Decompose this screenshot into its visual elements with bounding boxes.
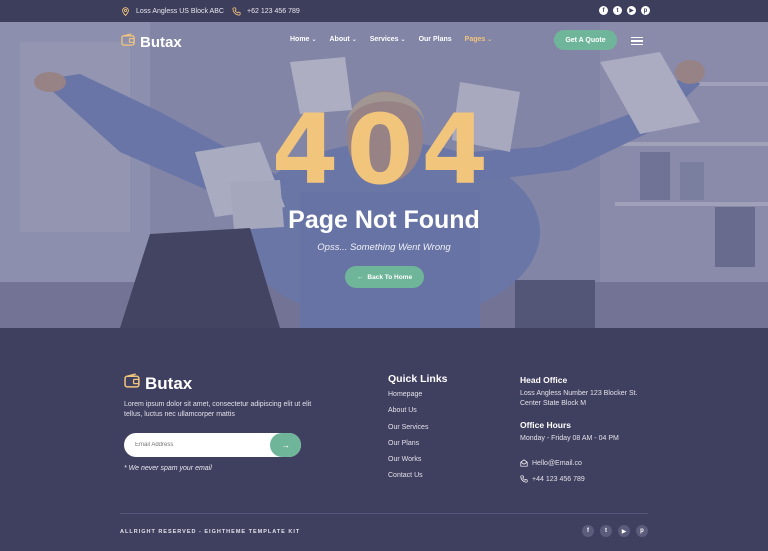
nav-item-label: Home xyxy=(290,36,310,43)
error-code: 404 xyxy=(271,94,497,206)
pinterest-icon[interactable]: p xyxy=(641,6,650,15)
facebook-icon[interactable]: f xyxy=(582,525,594,537)
footer-description: Lorem ipsum dolor sit amet, consectetur … xyxy=(124,401,312,418)
wallet-logo-icon xyxy=(121,33,136,51)
quick-links-title: Quick Links xyxy=(388,373,448,385)
back-to-home-label: Back To Home xyxy=(367,273,413,281)
topbar-phone-text: +62 123 456 789 xyxy=(247,7,300,15)
hamburger-menu-icon[interactable] xyxy=(631,37,643,45)
brand-logo[interactable]: Butax xyxy=(121,33,182,51)
error-subtitle: Opss... Something Went Wrong xyxy=(317,242,451,253)
phone-icon xyxy=(520,475,528,483)
subscribe-button[interactable]: → xyxy=(270,433,301,457)
chevron-down-icon: ⌄ xyxy=(351,37,357,43)
nav-item-label: Pages xyxy=(464,36,486,43)
quick-links-list: Homepage About Us Our Services Our Plans… xyxy=(388,391,428,489)
office-hours-text: Monday - Friday 08 AM - 04 PM xyxy=(520,435,619,442)
main-nav: Butax Home ⌄ About ⌄ Services ⌄ Our Plan… xyxy=(0,22,768,60)
footer-brand-logo[interactable]: Butax xyxy=(124,373,192,394)
office-hours-title: Office Hours xyxy=(520,420,572,430)
hero-section: Butax Home ⌄ About ⌄ Services ⌄ Our Plan… xyxy=(0,22,768,328)
topbar-phone: +62 123 456 789 xyxy=(232,0,300,22)
topbar-social: f t ▶ p xyxy=(599,6,650,15)
contact-email[interactable]: Hello@Email.co xyxy=(520,459,582,467)
contact-email-text: Hello@Email.co xyxy=(532,459,582,467)
nav-item-home[interactable]: Home ⌄ xyxy=(290,36,316,43)
footer-brand-name: Butax xyxy=(145,373,193,393)
topbar-address-text: Loss Angless US Block ABC xyxy=(136,7,224,15)
spam-note: * We never spam your email xyxy=(124,465,212,472)
brand-name: Butax xyxy=(140,33,182,51)
twitter-icon[interactable]: t xyxy=(600,525,612,537)
footer-social: f t ▶ p xyxy=(582,525,648,537)
get-a-quote-button[interactable]: Get A Quote xyxy=(554,30,617,50)
back-to-home-button[interactable]: ← Back To Home xyxy=(345,266,424,288)
quick-link-homepage[interactable]: Homepage xyxy=(388,391,428,407)
footer: Butax Lorem ipsum dolor sit amet, consec… xyxy=(0,328,768,551)
nav-item-our-plans[interactable]: Our Plans xyxy=(419,36,452,43)
pinterest-icon[interactable]: p xyxy=(636,525,648,537)
head-office-address: Loss Angless Number 123 Blocker St. Cent… xyxy=(520,390,638,407)
quick-link-about-us[interactable]: About Us xyxy=(388,407,428,423)
newsletter-form: → xyxy=(124,433,301,457)
nav-item-label: Services xyxy=(369,36,399,43)
contact-phone[interactable]: +44 123 456 789 xyxy=(520,475,585,483)
footer-divider xyxy=(120,513,648,514)
nav-item-pages[interactable]: Pages ⌄ xyxy=(465,36,493,43)
youtube-icon[interactable]: ▶ xyxy=(618,525,630,537)
nav-item-services[interactable]: Services ⌄ xyxy=(370,36,406,43)
arrow-right-icon: → xyxy=(281,440,290,450)
chevron-down-icon: ⌄ xyxy=(487,37,493,43)
quick-link-our-works[interactable]: Our Works xyxy=(388,456,428,472)
location-pin-icon xyxy=(121,6,130,16)
twitter-icon[interactable]: t xyxy=(613,6,622,15)
nav-item-label: Our Plans xyxy=(418,36,452,43)
quick-link-contact-us[interactable]: Contact Us xyxy=(388,472,428,488)
wallet-logo-icon xyxy=(124,373,141,394)
arrow-left-icon: ← xyxy=(356,273,364,281)
quick-link-our-services[interactable]: Our Services xyxy=(388,424,428,440)
youtube-icon[interactable]: ▶ xyxy=(627,6,636,15)
copyright-text: ALLRIGHT RESERVED - EIGHTHEME TEMPLATE K… xyxy=(120,529,301,535)
nav-item-about[interactable]: About ⌄ xyxy=(329,36,356,43)
chevron-down-icon: ⌄ xyxy=(400,37,406,43)
head-office-title: Head Office xyxy=(520,375,568,385)
nav-links: Home ⌄ About ⌄ Services ⌄ Our Plans Page… xyxy=(290,36,505,43)
contact-phone-text: +44 123 456 789 xyxy=(532,475,585,483)
chevron-down-icon: ⌄ xyxy=(311,37,317,43)
phone-icon xyxy=(232,6,241,16)
facebook-icon[interactable]: f xyxy=(599,6,608,15)
topbar-address: Loss Angless US Block ABC xyxy=(121,0,224,22)
mail-icon xyxy=(520,459,528,467)
page-title: Page Not Found xyxy=(288,206,480,234)
email-input[interactable] xyxy=(124,433,270,457)
quick-link-our-plans[interactable]: Our Plans xyxy=(388,440,428,456)
nav-item-label: About xyxy=(329,36,350,43)
top-bar: Loss Angless US Block ABC +62 123 456 78… xyxy=(0,0,768,22)
